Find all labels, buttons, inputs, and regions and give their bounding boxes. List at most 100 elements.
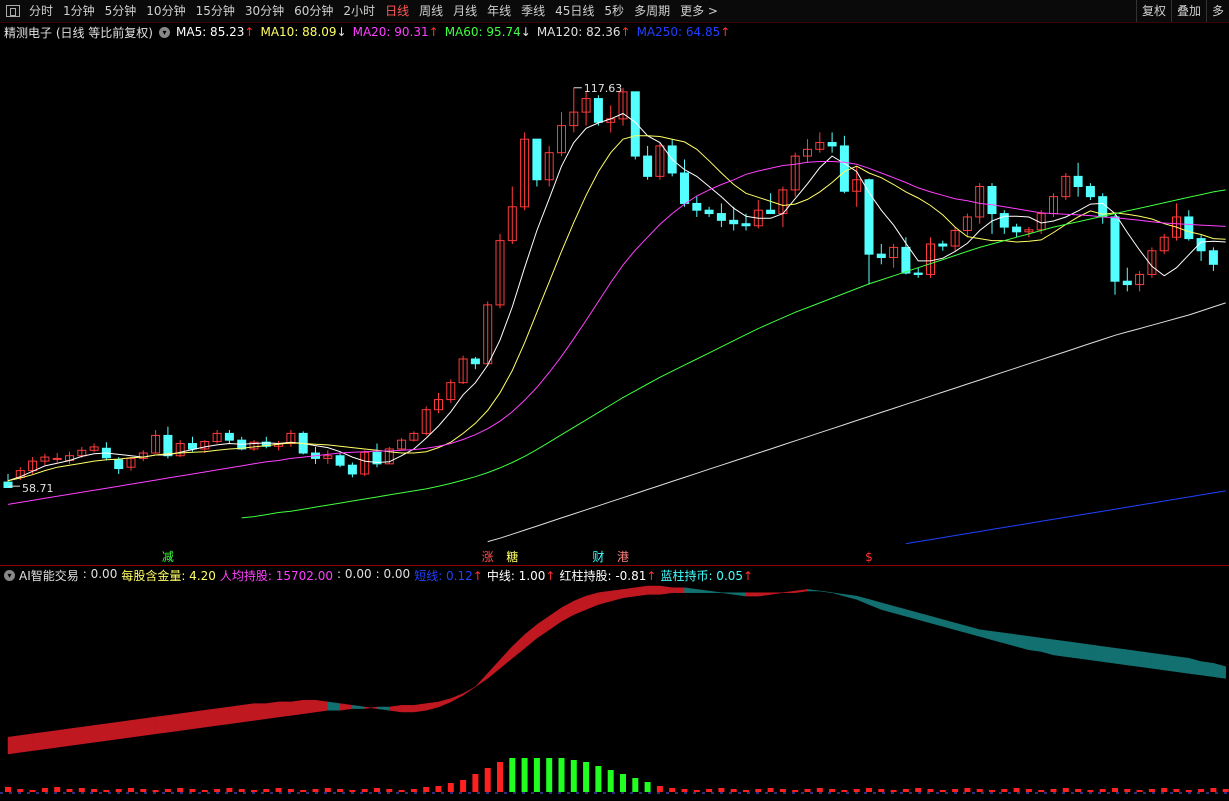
indicator-column — [546, 758, 553, 792]
ma-line-ma10 — [7, 135, 1226, 482]
band-segment — [770, 592, 783, 595]
band-segment — [905, 609, 919, 620]
indicator-column — [1025, 789, 1032, 792]
band-segment — [315, 699, 329, 713]
period-tab[interactable]: 更多 > — [675, 0, 723, 22]
toolbar-button[interactable]: 复权 — [1135, 0, 1171, 22]
high-price-label: 117.63 — [584, 82, 623, 95]
stock-title: 精测电子 (日线 等比前复权) — [4, 25, 153, 40]
indicator-column — [300, 790, 307, 792]
indicator-column — [115, 789, 122, 792]
period-tab[interactable]: 2小时 — [338, 0, 380, 22]
band-segment — [610, 589, 624, 602]
candle-body — [1085, 186, 1095, 198]
indicator-column — [693, 790, 700, 792]
period-tab[interactable]: 多周期 — [629, 0, 675, 22]
indicator-column — [952, 789, 959, 792]
band-segment — [1163, 654, 1177, 672]
band-segment — [352, 705, 365, 709]
band-segment — [917, 612, 931, 624]
band-segment — [462, 686, 476, 696]
ma-line-ma120 — [487, 302, 1226, 543]
band-segment — [118, 720, 132, 740]
band-segment — [1151, 652, 1165, 671]
band-segment — [93, 723, 107, 743]
signal-marker: 减 — [162, 550, 174, 564]
band-segment — [20, 733, 33, 753]
candle-body — [938, 243, 948, 247]
band-segment — [942, 619, 956, 631]
kline-chart: 117.63 58.71 减 涨糖 财港 $ — [3, 82, 1226, 564]
indicator-column — [767, 788, 774, 792]
indicator-column — [460, 780, 467, 792]
period-tab[interactable]: 1分钟 — [58, 0, 100, 22]
band-segment — [745, 592, 759, 597]
period-tab[interactable]: 5秒 — [599, 0, 629, 22]
period-tabs: 分时 1分钟 5分钟 10分钟 15分钟 30分钟 60分钟 2小时 日线 周线 月线 年线 季线 45日… — [24, 0, 723, 22]
band-segment — [1200, 661, 1214, 677]
settings-toggle-icon[interactable]: ▾ — [159, 26, 170, 38]
indicator-column — [792, 790, 799, 792]
indicator-toggle-icon[interactable]: ▾ — [4, 569, 15, 581]
band-segment — [241, 703, 255, 723]
indicator-column — [1161, 788, 1168, 792]
layout-icon[interactable] — [6, 5, 20, 17]
indicator-column — [226, 788, 233, 792]
indicator-value: 短线: 0.12↑ — [414, 567, 483, 584]
period-tab[interactable]: 10分钟 — [141, 0, 190, 22]
band-segment — [1213, 662, 1226, 679]
indicator-column — [17, 789, 24, 792]
band-segment — [1053, 639, 1067, 657]
indicator-values: : 0.00 每股含金量: 4.20 人均持股: 15702.00: 0.00: 0… — [83, 567, 757, 584]
candle-body — [827, 142, 837, 147]
band-segment — [954, 622, 968, 634]
period-tab[interactable]: 月线 — [448, 0, 482, 22]
arrow-up-icon: ↑ — [720, 25, 731, 39]
band-segment — [339, 703, 353, 711]
band-segment — [819, 590, 833, 593]
indicator-column — [595, 766, 602, 792]
band-segment — [1065, 641, 1079, 659]
indicator-column — [1038, 790, 1045, 792]
signal-marker: 糖 — [506, 549, 518, 564]
period-tab[interactable]: 45日线 — [550, 0, 599, 22]
indicator-value-label: 中线: 1.00 — [486, 568, 546, 583]
indicator-column — [164, 789, 171, 792]
indicator-column — [1050, 789, 1057, 792]
indicator-column — [533, 758, 540, 792]
arrow-up-icon: ↑ — [545, 568, 556, 583]
candle-body — [163, 434, 173, 457]
candle-body — [680, 172, 689, 204]
period-tab[interactable]: 60分钟 — [289, 0, 338, 22]
ma-legend-label: MA10: 88.09 — [260, 25, 337, 39]
band-segment — [548, 607, 562, 631]
indicator-column — [1198, 789, 1205, 792]
band-segment — [561, 600, 575, 622]
period-tab[interactable]: 分时 — [24, 0, 58, 22]
toolbar-button[interactable]: 多 — [1205, 0, 1229, 22]
period-tab[interactable]: 日线 — [380, 0, 414, 22]
indicator-column — [1136, 790, 1143, 792]
period-tab[interactable]: 季线 — [516, 0, 550, 22]
period-tab[interactable]: 15分钟 — [191, 0, 240, 22]
arrow-up-icon: ↑ — [244, 25, 255, 39]
band-segment — [69, 726, 83, 746]
band-segment — [573, 595, 587, 615]
candle-body — [114, 459, 124, 470]
period-tab[interactable]: 周线 — [414, 0, 448, 22]
indicator-column — [669, 788, 676, 792]
toolbar-button[interactable]: 叠加 — [1170, 0, 1206, 22]
indicator-column — [386, 789, 393, 792]
indicator-column — [410, 789, 417, 792]
band-segment — [364, 706, 378, 709]
period-tab[interactable]: 5分钟 — [100, 0, 142, 22]
indicator-column — [29, 790, 36, 792]
band-segment — [167, 713, 181, 733]
band-segment — [844, 594, 857, 600]
band-segment — [733, 592, 747, 597]
indicator-column — [878, 789, 885, 792]
band-segment — [1016, 634, 1030, 651]
period-tab[interactable]: 30分钟 — [240, 0, 289, 22]
period-tab[interactable]: 年线 — [482, 0, 516, 22]
band-segment — [1127, 649, 1140, 667]
